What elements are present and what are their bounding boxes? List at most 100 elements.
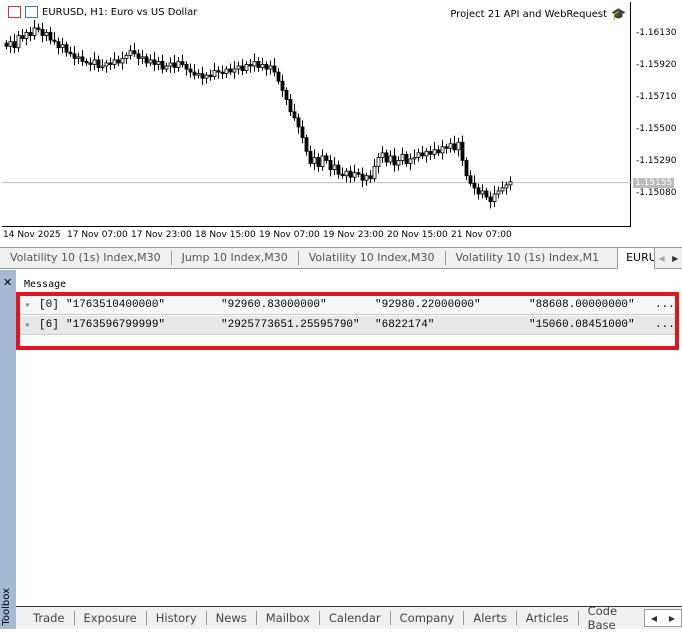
tab-code-base[interactable]: Code Base bbox=[579, 604, 644, 632]
message-column-header[interactable]: Message bbox=[24, 279, 66, 290]
candle-body bbox=[368, 175, 373, 180]
candle-body bbox=[484, 190, 489, 198]
close-icon[interactable]: ✕ bbox=[3, 276, 12, 289]
candle-body bbox=[492, 193, 497, 203]
candle-body bbox=[56, 41, 61, 49]
message-row[interactable]: ● [6] "1763596799999" "2925773651.255957… bbox=[20, 316, 675, 335]
chart-tab[interactable]: Volatility 10 Index,M30 bbox=[299, 251, 446, 265]
candle-body bbox=[344, 170, 349, 177]
candle-body bbox=[464, 160, 469, 177]
chart-tab[interactable]: Jump 10 Index,M30 bbox=[172, 251, 299, 265]
price-tick-label: -1.15290 bbox=[636, 156, 677, 166]
tab-calendar[interactable]: Calendar bbox=[320, 611, 391, 625]
candle-body bbox=[396, 160, 401, 166]
chart-plot-area[interactable] bbox=[2, 2, 631, 227]
candle-body bbox=[276, 71, 281, 82]
chart-tab-active[interactable]: EURU bbox=[617, 247, 655, 269]
tab-history[interactable]: History bbox=[147, 611, 207, 625]
candle-body bbox=[252, 61, 257, 67]
candle-body bbox=[20, 35, 25, 39]
candle-body bbox=[112, 59, 117, 65]
candle-body bbox=[448, 143, 453, 149]
price-tick-label: -1.15080 bbox=[636, 188, 677, 198]
candle-body bbox=[200, 73, 205, 79]
market-depth-icon[interactable] bbox=[25, 6, 38, 18]
candle-body bbox=[304, 137, 309, 152]
candle-body bbox=[316, 157, 321, 167]
tab-news[interactable]: News bbox=[207, 611, 257, 625]
price-tick-label: -1.16130 bbox=[636, 28, 677, 38]
graduation-cap-icon: 🎓 bbox=[611, 7, 626, 21]
time-tick-label: 18 Nov 15:00 bbox=[195, 230, 256, 240]
bullet-icon: ● bbox=[25, 301, 30, 310]
candle-body bbox=[404, 153, 409, 164]
candle-body bbox=[288, 99, 293, 113]
candle-body bbox=[168, 62, 173, 67]
candle-body bbox=[272, 65, 277, 73]
candle-body bbox=[36, 27, 41, 30]
chart-tab[interactable]: Volatility 10 (1s) Index,M30 bbox=[0, 251, 172, 265]
candle-body bbox=[260, 64, 265, 68]
tab-articles[interactable]: Articles bbox=[517, 611, 579, 625]
candle-body bbox=[240, 65, 245, 71]
candle-body bbox=[232, 68, 237, 73]
candle-body bbox=[164, 65, 169, 70]
candle-body bbox=[148, 59, 153, 64]
candlestick-chart bbox=[2, 19, 631, 209]
symbol-title: EURUSD, H1: Euro vs US Dollar bbox=[42, 6, 198, 18]
message-row[interactable]: ● [0] "1763510400000" "92960.83000000" "… bbox=[20, 296, 675, 315]
project-label: Project 21 API and WebRequest bbox=[450, 8, 608, 20]
candle-body bbox=[96, 59, 101, 68]
price-tick-label: -1.15500 bbox=[636, 124, 677, 134]
chart-tab[interactable]: Volatility 10 (1s) Index,M1 bbox=[446, 251, 610, 265]
row-value: "2925773651.25595790" bbox=[221, 319, 360, 331]
candle-body bbox=[472, 182, 477, 189]
candle-body bbox=[328, 160, 333, 171]
candle-body bbox=[412, 157, 417, 160]
candle-body bbox=[476, 187, 481, 195]
candle-body bbox=[416, 152, 421, 158]
candle-body bbox=[68, 51, 73, 55]
candle-body bbox=[432, 149, 437, 155]
candle-body bbox=[364, 175, 369, 181]
tab-trade[interactable]: Trade bbox=[24, 611, 75, 625]
current-price-label: 1.15155 bbox=[633, 178, 675, 188]
candle-body bbox=[444, 146, 449, 149]
candle-body bbox=[196, 73, 201, 76]
scroll-left-icon[interactable]: ◀ bbox=[645, 614, 663, 623]
candle-body bbox=[44, 32, 49, 36]
tab-alerts[interactable]: Alerts bbox=[464, 611, 517, 625]
row-more: ... bbox=[655, 319, 675, 331]
candle-body bbox=[92, 59, 97, 65]
candle-body bbox=[264, 64, 269, 70]
candle-body bbox=[204, 74, 209, 79]
tab-mailbox[interactable]: Mailbox bbox=[257, 611, 320, 625]
scroll-right-icon[interactable]: ▶ bbox=[663, 614, 681, 623]
ea-label: Project 21 API and WebRequest 🎓 bbox=[450, 7, 626, 21]
candle-body bbox=[124, 54, 129, 59]
candle-body bbox=[88, 62, 93, 65]
candle-body bbox=[376, 157, 381, 167]
candle-body bbox=[320, 155, 325, 167]
candle-body bbox=[136, 53, 141, 59]
row-value: "1763510400000" bbox=[66, 299, 166, 311]
chart-list-icon[interactable] bbox=[8, 6, 21, 18]
candle-body bbox=[332, 164, 337, 171]
tab-company[interactable]: Company bbox=[391, 611, 465, 625]
candle-body bbox=[140, 56, 145, 59]
candle-body bbox=[348, 170, 353, 178]
chart-window[interactable]: EURUSD, H1: Euro vs US Dollar Project 21… bbox=[0, 0, 682, 246]
candle-body bbox=[76, 56, 81, 59]
candle-body bbox=[488, 196, 493, 203]
candle-body bbox=[132, 50, 137, 55]
candle-body bbox=[152, 59, 157, 65]
row-value: "15060.08451000" bbox=[529, 319, 635, 331]
candle-body bbox=[8, 41, 13, 47]
scroll-left-icon[interactable]: ◀ bbox=[655, 254, 669, 263]
candle-body bbox=[12, 41, 17, 49]
row-value: "88608.00000000" bbox=[529, 299, 635, 311]
candle-body bbox=[212, 70, 217, 78]
tab-exposure[interactable]: Exposure bbox=[75, 611, 147, 625]
scroll-right-icon[interactable]: ▶ bbox=[668, 254, 682, 263]
candle-body bbox=[388, 155, 393, 163]
